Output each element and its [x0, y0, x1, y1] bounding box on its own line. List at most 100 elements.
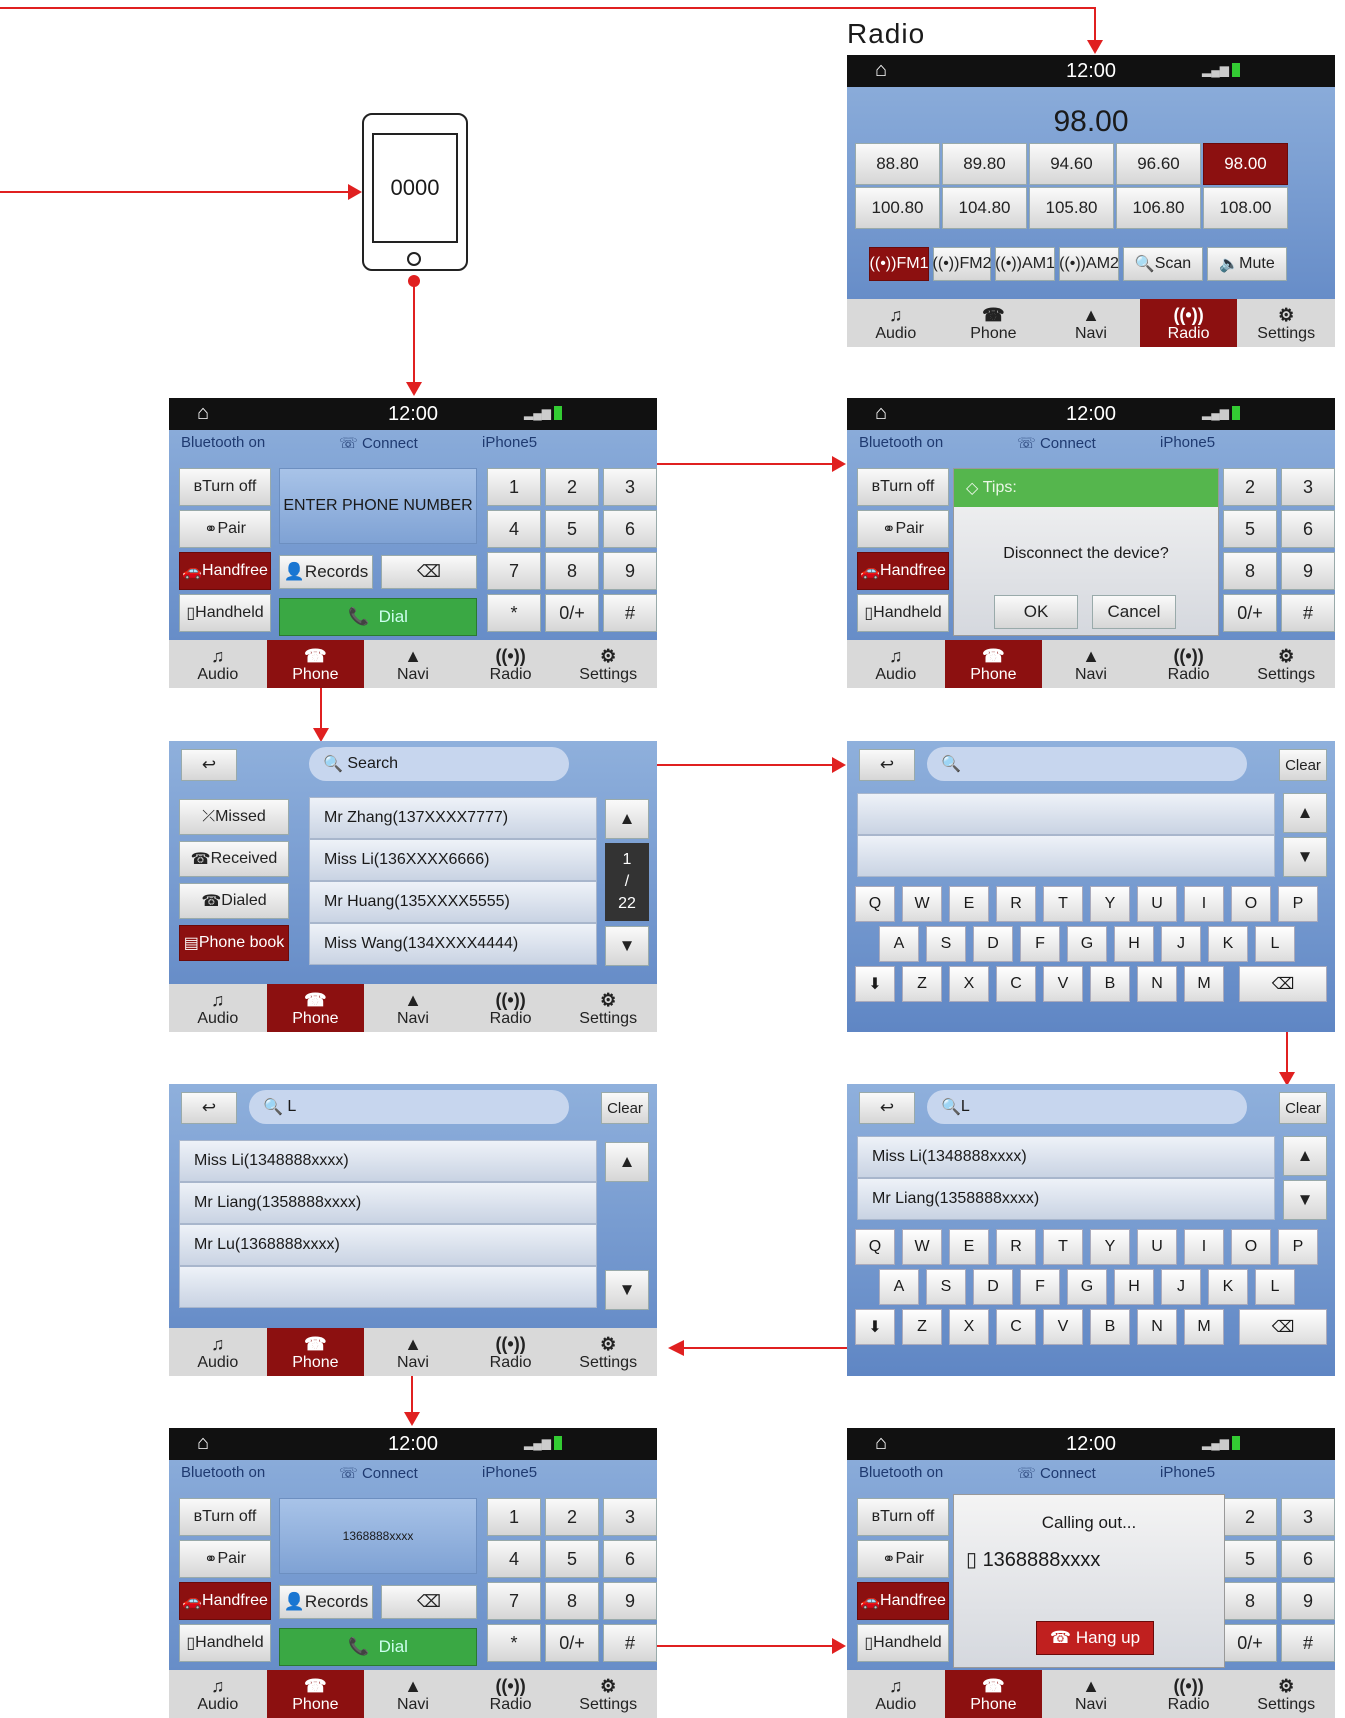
side-handfree[interactable]: 🚗 Handfree — [857, 552, 949, 590]
band-fm2[interactable]: ((•)) FM2 — [933, 247, 991, 281]
keypad-key[interactable]: # — [1281, 594, 1335, 632]
result-item[interactable]: Mr Liang(1358888xxxx) — [179, 1182, 597, 1224]
clear-button[interactable]: Clear — [601, 1092, 649, 1124]
key-j[interactable]: J — [1161, 1269, 1201, 1305]
tab-dialed[interactable]: ☎ Dialed — [179, 883, 289, 919]
keypad-key[interactable]: 3 — [1281, 1498, 1335, 1536]
nav-audio[interactable]: ♫ Audio — [847, 299, 945, 347]
side-pair[interactable]: ⚭ Pair — [857, 510, 949, 548]
backspace-key[interactable]: ⌫ — [1239, 1309, 1327, 1345]
key-f[interactable]: F — [1020, 926, 1060, 962]
key-w[interactable]: W — [902, 886, 942, 922]
key-y[interactable]: Y — [1090, 886, 1130, 922]
cancel-button[interactable]: Cancel — [1092, 595, 1176, 629]
keypad-key[interactable]: 2 — [545, 1498, 599, 1536]
keypad-key[interactable]: 6 — [1281, 1540, 1335, 1578]
keypad-key[interactable]: 7 — [487, 552, 541, 590]
result-item[interactable]: Miss Li(1348888xxxx) — [179, 1140, 597, 1182]
scroll-up-button[interactable]: ▲ — [605, 799, 649, 839]
nav-radio[interactable]: ((•)) Radio — [1140, 640, 1238, 688]
nav-settings[interactable]: ⚙ Settings — [1237, 640, 1335, 688]
keypad-key[interactable]: * — [487, 1624, 541, 1662]
key-q[interactable]: Q — [855, 1229, 895, 1265]
side-handfree[interactable]: 🚗 Handfree — [179, 1582, 271, 1620]
keypad-key[interactable]: 8 — [545, 552, 599, 590]
keypad-key[interactable]: 2 — [545, 468, 599, 506]
nav-navi[interactable]: ▲ Navi — [364, 640, 462, 688]
tab-phone-book[interactable]: ▤ Phone book — [179, 925, 289, 961]
key-z[interactable]: Z — [902, 1309, 942, 1345]
side-handfree[interactable]: 🚗 Handfree — [857, 1582, 949, 1620]
key-h[interactable]: H — [1114, 1269, 1154, 1305]
nav-radio[interactable]: ((•)) Radio — [1139, 299, 1238, 347]
nav-navi[interactable]: ▲ Navi — [1042, 1670, 1140, 1718]
key-v[interactable]: V — [1043, 966, 1083, 1002]
key-d[interactable]: D — [973, 1269, 1013, 1305]
records-button[interactable]: 👤 Records — [279, 1585, 373, 1619]
search-box[interactable]: 🔍 — [927, 747, 1247, 781]
side-turn-off[interactable]: ʙ Turn off — [857, 468, 949, 506]
key-f[interactable]: F — [1020, 1269, 1060, 1305]
side-turn-off[interactable]: ʙ Turn off — [179, 468, 271, 506]
keypad-key[interactable]: 8 — [1223, 1582, 1277, 1620]
shift-key[interactable]: ⬇ — [855, 966, 895, 1002]
key-h[interactable]: H — [1114, 926, 1154, 962]
nav-phone[interactable]: ☎ Phone — [266, 984, 365, 1032]
key-r[interactable]: R — [996, 886, 1036, 922]
keypad-key[interactable]: 2 — [1223, 1498, 1277, 1536]
band-scan[interactable]: 🔍 Scan — [1123, 247, 1203, 281]
nav-settings[interactable]: ⚙ Settings — [559, 984, 657, 1032]
preset-button[interactable]: 105.80 — [1029, 187, 1114, 229]
key-k[interactable]: K — [1208, 1269, 1248, 1305]
back-button[interactable]: ↩ — [181, 1092, 237, 1124]
key-q[interactable]: Q — [855, 886, 895, 922]
key-o[interactable]: O — [1231, 886, 1271, 922]
tab-missed[interactable]: ⤫ Missed — [179, 799, 289, 835]
key-n[interactable]: N — [1137, 966, 1177, 1002]
side-handheld[interactable]: ▯ Handheld — [179, 1624, 271, 1662]
bt-connect[interactable]: ☏ Connect — [1017, 434, 1096, 452]
nav-audio[interactable]: ♫ Audio — [169, 984, 267, 1032]
keypad-key[interactable]: 0/+ — [1223, 594, 1277, 632]
key-u[interactable]: U — [1137, 1229, 1177, 1265]
result-item[interactable]: Miss Li(1348888xxxx) — [857, 1136, 1275, 1178]
preset-button[interactable]: 88.80 — [855, 143, 940, 185]
record-item[interactable]: Miss Wang(134XXXX4444) — [309, 923, 597, 965]
keypad-key[interactable]: 1 — [487, 468, 541, 506]
key-b[interactable]: B — [1090, 966, 1130, 1002]
nav-audio[interactable]: ♫ Audio — [169, 1670, 267, 1718]
scroll-down-button[interactable]: ▼ — [1283, 1180, 1327, 1220]
key-r[interactable]: R — [996, 1229, 1036, 1265]
key-p[interactable]: P — [1278, 886, 1318, 922]
keypad-key[interactable]: 0/+ — [545, 594, 599, 632]
keypad-key[interactable]: 3 — [603, 468, 657, 506]
side-pair[interactable]: ⚭ Pair — [857, 1540, 949, 1578]
band-am2[interactable]: ((•)) AM2 — [1059, 247, 1119, 281]
nav-radio[interactable]: ((•)) Radio — [462, 1328, 560, 1376]
side-handfree[interactable]: 🚗 Handfree — [179, 552, 271, 590]
dial-button[interactable]: 📞 Dial — [279, 1628, 477, 1666]
back-button[interactable]: ↩ — [859, 749, 915, 781]
keypad-key[interactable]: 9 — [603, 552, 657, 590]
records-button[interactable]: 👤 Records — [279, 555, 373, 589]
side-pair[interactable]: ⚭ Pair — [179, 510, 271, 548]
keypad-key[interactable]: 0/+ — [1223, 1624, 1277, 1662]
key-t[interactable]: T — [1043, 886, 1083, 922]
preset-button[interactable]: 98.00 — [1203, 143, 1288, 185]
key-o[interactable]: O — [1231, 1229, 1271, 1265]
key-a[interactable]: A — [879, 1269, 919, 1305]
record-item[interactable]: Mr Huang(135XXXX5555) — [309, 881, 597, 923]
key-b[interactable]: B — [1090, 1309, 1130, 1345]
key-d[interactable]: D — [973, 926, 1013, 962]
keypad-key[interactable]: 5 — [1223, 1540, 1277, 1578]
keypad-key[interactable]: 5 — [545, 510, 599, 548]
key-g[interactable]: G — [1067, 1269, 1107, 1305]
keypad-key[interactable]: 2 — [1223, 468, 1277, 506]
search-box[interactable]: 🔍 L — [927, 1090, 1247, 1124]
scroll-up-button[interactable]: ▲ — [1283, 1136, 1327, 1176]
preset-button[interactable]: 104.80 — [942, 187, 1027, 229]
side-turn-off[interactable]: ʙ Turn off — [179, 1498, 271, 1536]
backspace-button[interactable]: ⌫ — [381, 1585, 477, 1619]
tab-received[interactable]: ☎ Received — [179, 841, 289, 877]
side-pair[interactable]: ⚭ Pair — [179, 1540, 271, 1578]
